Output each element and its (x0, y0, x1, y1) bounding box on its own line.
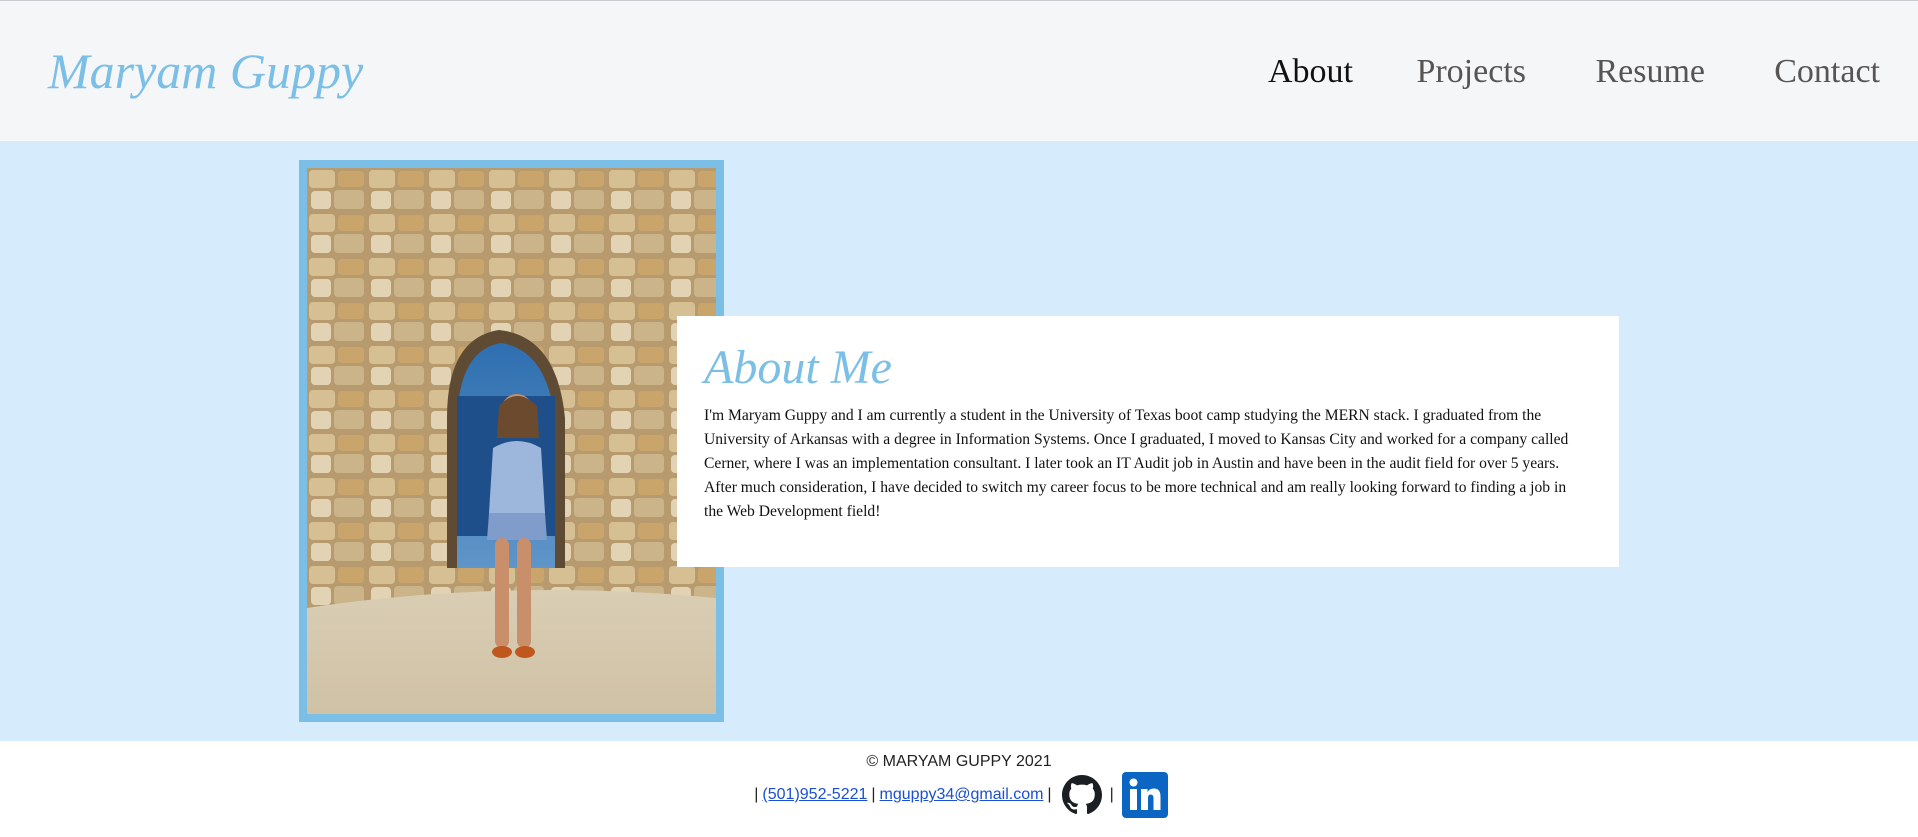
about-text: I'm Maryam Guppy and I am currently a st… (704, 407, 1569, 520)
linkedin-icon[interactable] (1121, 772, 1168, 818)
phone-link[interactable]: (501)952-5221 (762, 784, 867, 806)
nav-about[interactable]: About (1268, 49, 1353, 95)
nav-projects[interactable]: Projects (1416, 49, 1526, 95)
github-icon[interactable] (1061, 775, 1102, 815)
about-title: About Me (704, 341, 892, 394)
profile-photo-frame (299, 160, 724, 722)
nav-resume[interactable]: Resume (1595, 49, 1705, 95)
nav-contact[interactable]: Contact (1774, 49, 1880, 95)
site-header: Maryam Guppy About Projects Resume Conta… (0, 1, 1918, 141)
separator: | (1109, 786, 1114, 803)
contact-links: | (501)952-5221 | mguppy34@gmail.com | | (0, 772, 1918, 818)
about-card: About Me I'm Maryam Guppy and I am curre… (677, 316, 1619, 567)
main-section: About Me I'm Maryam Guppy and I am curre… (0, 141, 1918, 741)
brand-title[interactable]: Maryam Guppy (48, 39, 363, 103)
separator: | (1047, 786, 1052, 803)
separator: | (871, 786, 876, 803)
site-footer: © MARYAM GUPPY 2021 | (501)952-5221 | mg… (0, 741, 1918, 837)
separator: | (754, 786, 759, 803)
email-link[interactable]: mguppy34@gmail.com (880, 784, 1044, 806)
profile-photo (307, 168, 716, 714)
copyright-text: © MARYAM GUPPY 2021 (866, 753, 1052, 770)
